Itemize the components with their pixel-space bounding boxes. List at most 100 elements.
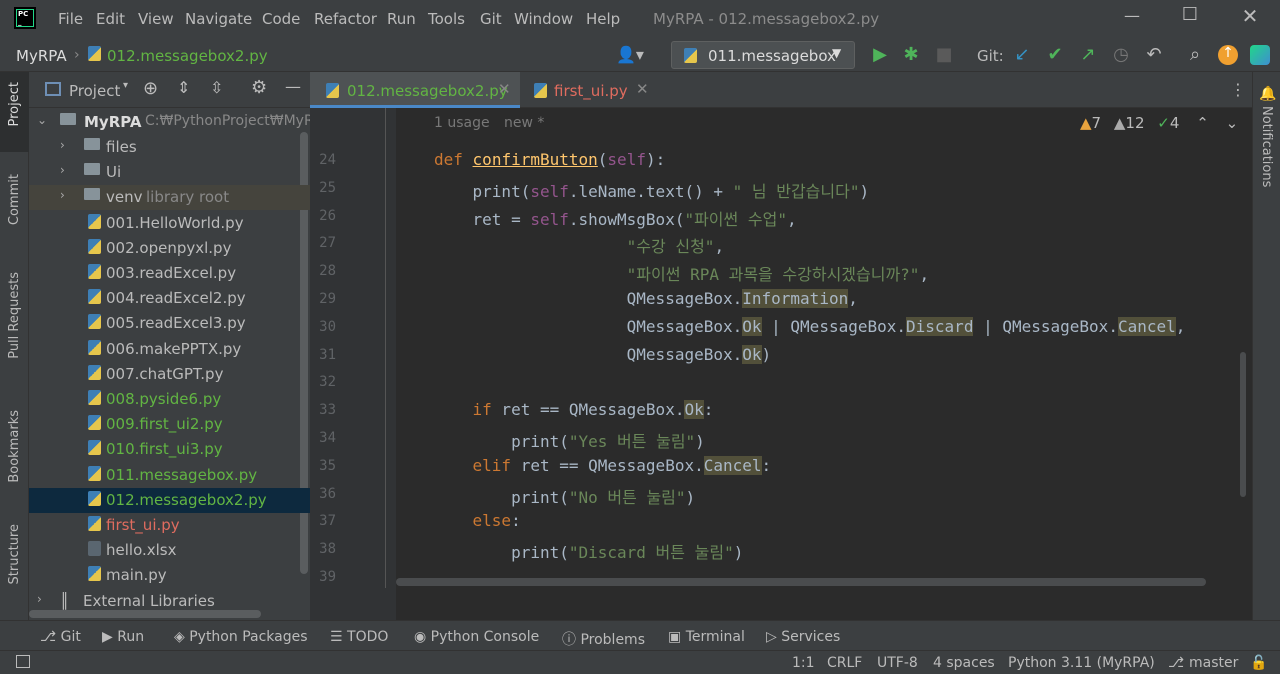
tree-item[interactable]: 004.readExcel2.py: [29, 286, 310, 311]
chevron-right-icon[interactable]: ›: [60, 188, 65, 202]
code-line[interactable]: print("No 버튼 눌림"): [434, 484, 695, 508]
hide-icon[interactable]: —: [285, 77, 301, 96]
tool-todo[interactable]: ☰ TODO: [330, 629, 388, 645]
code-line[interactable]: else:: [434, 511, 521, 530]
tool-pull-requests[interactable]: Pull Requests: [7, 272, 22, 359]
cursor-position[interactable]: 1:1: [792, 655, 815, 671]
line-number[interactable]: 39: [310, 569, 336, 585]
line-number[interactable]: 26: [310, 208, 336, 224]
code-line[interactable]: "수강 신청",: [434, 233, 724, 257]
rollback-icon[interactable]: ↶: [1142, 44, 1166, 66]
tree-root[interactable]: ⌄ MyRPA C:₩PythonProject₩MyRPA: [29, 110, 310, 135]
breadcrumb-file[interactable]: 012.messagebox2.py: [107, 47, 268, 65]
more-icon[interactable]: ⋮: [1230, 80, 1246, 99]
bell-icon[interactable]: 🔔: [1259, 86, 1276, 102]
indent-setting[interactable]: 4 spaces: [933, 655, 995, 671]
code-line[interactable]: if ret == QMessageBox.Ok:: [434, 400, 713, 420]
interpreter[interactable]: Python 3.11 (MyRPA): [1008, 655, 1155, 671]
line-number[interactable]: 30: [310, 319, 336, 335]
line-number[interactable]: 33: [310, 402, 336, 418]
run-configuration-select[interactable]: 011.messagebox ▼: [671, 41, 855, 69]
line-number[interactable]: 34: [310, 430, 336, 446]
tool-notifications[interactable]: Notifications: [1259, 106, 1274, 187]
pycharm-logo-icon[interactable]: PC _: [14, 7, 36, 29]
line-number[interactable]: 36: [310, 486, 336, 502]
chevron-right-icon[interactable]: ›: [60, 138, 65, 152]
lock-icon[interactable]: 🔓: [1250, 655, 1267, 671]
menu-view[interactable]: View: [138, 10, 174, 28]
tab-first-ui[interactable]: first_ui.py ✕: [520, 72, 650, 108]
menu-file[interactable]: File: [58, 10, 83, 28]
debug-icon[interactable]: ✱: [899, 44, 923, 66]
menu-code[interactable]: Code: [262, 10, 300, 28]
menu-navigate[interactable]: Navigate: [185, 10, 252, 28]
code-line[interactable]: def confirmButton(self):: [434, 150, 665, 169]
code-line[interactable]: elif ret == QMessageBox.Cancel:: [434, 455, 771, 475]
tree-item[interactable]: › files: [29, 135, 310, 160]
git-commit-icon[interactable]: ✔: [1043, 44, 1067, 66]
menu-tools[interactable]: Tools: [428, 10, 465, 28]
line-number[interactable]: 27: [310, 235, 336, 251]
menu-refactor[interactable]: Refactor: [314, 10, 377, 28]
stop-icon[interactable]: ■: [932, 44, 956, 66]
line-number[interactable]: 32: [310, 374, 336, 390]
tree-item[interactable]: 005.readExcel3.py: [29, 311, 310, 336]
tree-item[interactable]: 003.readExcel.py: [29, 261, 310, 286]
close-icon[interactable]: ✕: [1236, 4, 1264, 28]
tree-item[interactable]: main.py: [29, 563, 310, 588]
gear-icon[interactable]: ⚙: [251, 77, 267, 98]
project-title[interactable]: Project: [69, 82, 120, 100]
line-number[interactable]: 38: [310, 541, 336, 557]
expand-all-icon[interactable]: ⇕: [177, 78, 190, 97]
code-line[interactable]: QMessageBox.Ok): [434, 344, 771, 364]
line-number[interactable]: 28: [310, 263, 336, 279]
line-number[interactable]: 37: [310, 513, 336, 529]
tool-bookmarks[interactable]: Bookmarks: [7, 410, 22, 483]
tree-item[interactable]: 009.first_ui2.py: [29, 412, 310, 437]
tree-item[interactable]: 010.first_ui3.py: [29, 437, 310, 462]
tool-git[interactable]: ⎇ Git: [40, 629, 81, 645]
code-line[interactable]: QMessageBox.Ok | QMessageBox.Discard | Q…: [434, 316, 1185, 336]
line-number[interactable]: 35: [310, 458, 336, 474]
tree-item[interactable]: 011.messagebox.py: [29, 463, 310, 488]
code-line[interactable]: print("Discard 버튼 눌림"): [434, 539, 743, 563]
editor-horizontal-scrollbar[interactable]: [396, 578, 1206, 586]
close-tab-icon[interactable]: ✕: [636, 80, 649, 98]
code-line[interactable]: "파이썬 RPA 과목을 수강하시겠습니까?",: [434, 261, 929, 285]
run-icon[interactable]: ▶: [868, 44, 892, 66]
tab-012-messagebox2[interactable]: 012.messagebox2.py ✕: [310, 72, 520, 108]
user-icon[interactable]: 👤▾: [616, 45, 644, 64]
chevron-down-icon[interactable]: ▾: [123, 80, 128, 91]
menu-help[interactable]: Help: [586, 10, 620, 28]
layout-icon[interactable]: [16, 655, 30, 668]
tree-item[interactable]: 006.makePPTX.py: [29, 337, 310, 362]
tree-item[interactable]: 008.pyside6.py: [29, 387, 310, 412]
chevron-right-icon[interactable]: ›: [60, 163, 65, 177]
close-tab-icon[interactable]: ✕: [498, 80, 511, 98]
tree-item[interactable]: 001.HelloWorld.py: [29, 211, 310, 236]
line-number[interactable]: 24: [310, 152, 336, 168]
author-hint[interactable]: new *: [504, 115, 544, 131]
breadcrumb-project[interactable]: MyRPA: [16, 47, 67, 65]
line-separator[interactable]: CRLF: [827, 655, 862, 671]
file-encoding[interactable]: UTF-8: [877, 655, 918, 671]
search-icon[interactable]: ⌕: [1183, 44, 1207, 66]
tool-terminal[interactable]: ▣ Terminal: [668, 629, 745, 645]
usage-hint[interactable]: 1 usage: [434, 115, 490, 131]
git-branch[interactable]: master: [1189, 655, 1238, 671]
tool-run[interactable]: ▶ Run: [102, 629, 144, 645]
tool-python-packages[interactable]: ◈ Python Packages: [174, 629, 308, 645]
tool-commit[interactable]: Commit: [7, 174, 22, 225]
tree-item[interactable]: 012.messagebox2.py: [29, 487, 310, 513]
line-number[interactable]: 31: [310, 347, 336, 363]
line-number[interactable]: 29: [310, 291, 336, 307]
tree-item[interactable]: › venv library root: [29, 185, 310, 211]
minimize-icon[interactable]: —: [1118, 6, 1146, 30]
tool-project[interactable]: Project: [7, 82, 22, 126]
editor-scrollbar[interactable]: [1240, 352, 1246, 497]
tool-structure[interactable]: Structure: [7, 524, 22, 584]
tree-item[interactable]: first_ui.py: [29, 513, 310, 538]
locate-icon[interactable]: ⊕: [143, 78, 158, 99]
chevron-right-icon[interactable]: ›: [37, 592, 42, 606]
tool-problems[interactable]: ⓘ Problems: [562, 629, 645, 649]
